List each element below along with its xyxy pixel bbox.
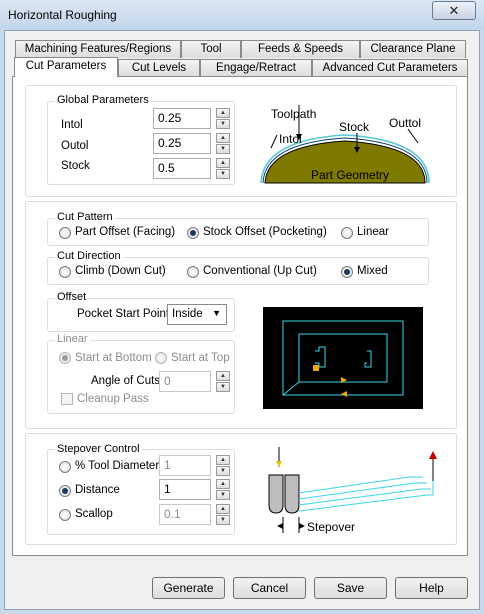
- pocket-start-value: Inside: [172, 308, 203, 320]
- tab-cut-parameters[interactable]: Cut Parameters: [14, 57, 118, 77]
- scallop-label[interactable]: Scallop: [75, 508, 113, 520]
- tab-cut-levels[interactable]: Cut Levels: [118, 59, 200, 77]
- intol-diagram-label: Intol: [279, 132, 302, 146]
- tab-clearance-plane[interactable]: Clearance Plane: [360, 40, 466, 58]
- mixed-radio[interactable]: [341, 266, 353, 278]
- pocket-start-label: Pocket Start Point: [77, 308, 170, 320]
- pocket-start-dropdown[interactable]: Inside ▼: [167, 304, 227, 325]
- spin-up-icon[interactable]: ▲: [216, 455, 230, 465]
- tab-engage-retract[interactable]: Engage/Retract: [200, 59, 312, 77]
- start-bottom-radio[interactable]: [59, 352, 71, 364]
- offset-title: Offset: [55, 291, 89, 303]
- arrow-icon: [277, 523, 283, 529]
- angle-cuts-label: Angle of Cuts: [91, 375, 161, 387]
- conventional-label[interactable]: Conventional (Up Cut): [203, 265, 317, 277]
- spin-up-icon[interactable]: ▲: [216, 108, 230, 118]
- start-bottom-label[interactable]: Start at Bottom: [75, 352, 152, 364]
- stock-offset-radio[interactable]: [187, 227, 199, 239]
- climb-label[interactable]: Climb (Down Cut): [75, 265, 166, 277]
- angle-cuts-input[interactable]: 0: [159, 371, 211, 392]
- stock-offset-label[interactable]: Stock Offset (Pocketing): [203, 226, 327, 238]
- cancel-button[interactable]: Cancel: [233, 577, 306, 599]
- window-title: Horizontal Roughing: [8, 8, 117, 22]
- close-button[interactable]: ✕: [432, 1, 476, 20]
- scallop-input[interactable]: 0.1: [159, 504, 211, 525]
- start-point-marker: [313, 365, 319, 371]
- tab-tool[interactable]: Tool: [181, 40, 241, 58]
- cut-pattern-title: Cut Pattern: [55, 211, 115, 223]
- spin-up-icon[interactable]: ▲: [216, 504, 230, 514]
- spin-down-icon[interactable]: ▼: [216, 466, 230, 476]
- spin-down-icon[interactable]: ▼: [216, 144, 230, 154]
- tab-machining-features[interactable]: Machining Features/Regions: [15, 40, 181, 58]
- outol-label: Outol: [61, 140, 89, 152]
- scallop-radio[interactable]: [59, 509, 71, 521]
- stock-label: Stock: [61, 160, 90, 172]
- intol-label: Intol: [61, 119, 83, 131]
- part-offset-radio[interactable]: [59, 227, 71, 239]
- spin-up-icon[interactable]: ▲: [216, 158, 230, 168]
- stock-input[interactable]: 0.5: [153, 158, 211, 179]
- global-parameters-title: Global Parameters: [55, 94, 151, 106]
- spin-up-icon[interactable]: ▲: [216, 479, 230, 489]
- distance-input[interactable]: 1: [159, 479, 211, 500]
- spin-down-icon[interactable]: ▼: [216, 490, 230, 500]
- tool-diameter-spinner[interactable]: ▲ ▼: [216, 455, 230, 476]
- tool-diameter-input[interactable]: 1: [159, 455, 211, 476]
- chevron-down-icon: ▼: [212, 308, 221, 318]
- stepover-diagram-label: Stepover: [307, 520, 355, 534]
- arrow-icon: [429, 451, 437, 459]
- stepover-control-title: Stepover Control: [55, 443, 142, 455]
- start-top-radio[interactable]: [155, 352, 167, 364]
- spin-down-icon[interactable]: ▼: [216, 169, 230, 179]
- cut-direction-title: Cut Direction: [55, 250, 123, 262]
- distance-label[interactable]: Distance: [75, 484, 120, 496]
- stock-spinner[interactable]: ▲ ▼: [216, 158, 230, 179]
- tool-diameter-radio[interactable]: [59, 461, 71, 473]
- distance-radio[interactable]: [59, 485, 71, 497]
- tolerance-diagram: Toolpath Stock Outtol Intol Part Geometr…: [260, 105, 430, 184]
- spin-up-icon[interactable]: ▲: [216, 371, 230, 381]
- arrow-icon: [276, 461, 282, 467]
- spin-up-icon[interactable]: ▲: [216, 133, 230, 143]
- cleanup-pass-label[interactable]: Cleanup Pass: [77, 393, 149, 405]
- stepover-diagram: Stepover: [268, 447, 437, 534]
- linear-pattern-radio[interactable]: [341, 227, 353, 239]
- angle-spinner[interactable]: ▲ ▼: [216, 371, 230, 392]
- help-button[interactable]: Help: [395, 577, 468, 599]
- intol-spinner[interactable]: ▲ ▼: [216, 108, 230, 129]
- spin-down-icon[interactable]: ▼: [216, 515, 230, 525]
- mixed-label[interactable]: Mixed: [357, 265, 388, 277]
- spin-down-icon[interactable]: ▼: [216, 119, 230, 129]
- toolpath-diagram-label: Toolpath: [271, 107, 316, 121]
- tab-feeds-speeds[interactable]: Feeds & Speeds: [241, 40, 360, 58]
- tab-page: Global Parameters Intol 0.25 ▲ ▼ Outol 0.…: [12, 76, 468, 556]
- generate-button[interactable]: Generate: [152, 577, 225, 599]
- linear-pattern-label[interactable]: Linear: [357, 226, 389, 238]
- stock-diagram-label: Stock: [339, 120, 370, 134]
- conventional-radio[interactable]: [187, 266, 199, 278]
- outtol-diagram-label: Outtol: [389, 116, 421, 130]
- spin-down-icon[interactable]: ▼: [216, 382, 230, 392]
- outol-input[interactable]: 0.25: [153, 133, 211, 154]
- cleanup-pass-checkbox[interactable]: [61, 393, 73, 405]
- climb-radio[interactable]: [59, 266, 71, 278]
- save-button[interactable]: Save: [314, 577, 387, 599]
- part-offset-label[interactable]: Part Offset (Facing): [75, 226, 175, 238]
- scallop-spinner[interactable]: ▲ ▼: [216, 504, 230, 525]
- linear-title: Linear: [55, 333, 90, 345]
- intol-input[interactable]: 0.25: [153, 108, 211, 129]
- tab-advanced-cut-parameters[interactable]: Advanced Cut Parameters: [312, 59, 468, 77]
- part-geometry-label: Part Geometry: [311, 168, 389, 182]
- pocketing-diagram: [263, 307, 423, 409]
- tool-diameter-label[interactable]: % Tool Diameter: [75, 460, 159, 472]
- start-top-label[interactable]: Start at Top: [171, 352, 230, 364]
- distance-spinner[interactable]: ▲ ▼: [216, 479, 230, 500]
- outol-spinner[interactable]: ▲ ▼: [216, 133, 230, 154]
- arrow-icon: [299, 523, 305, 529]
